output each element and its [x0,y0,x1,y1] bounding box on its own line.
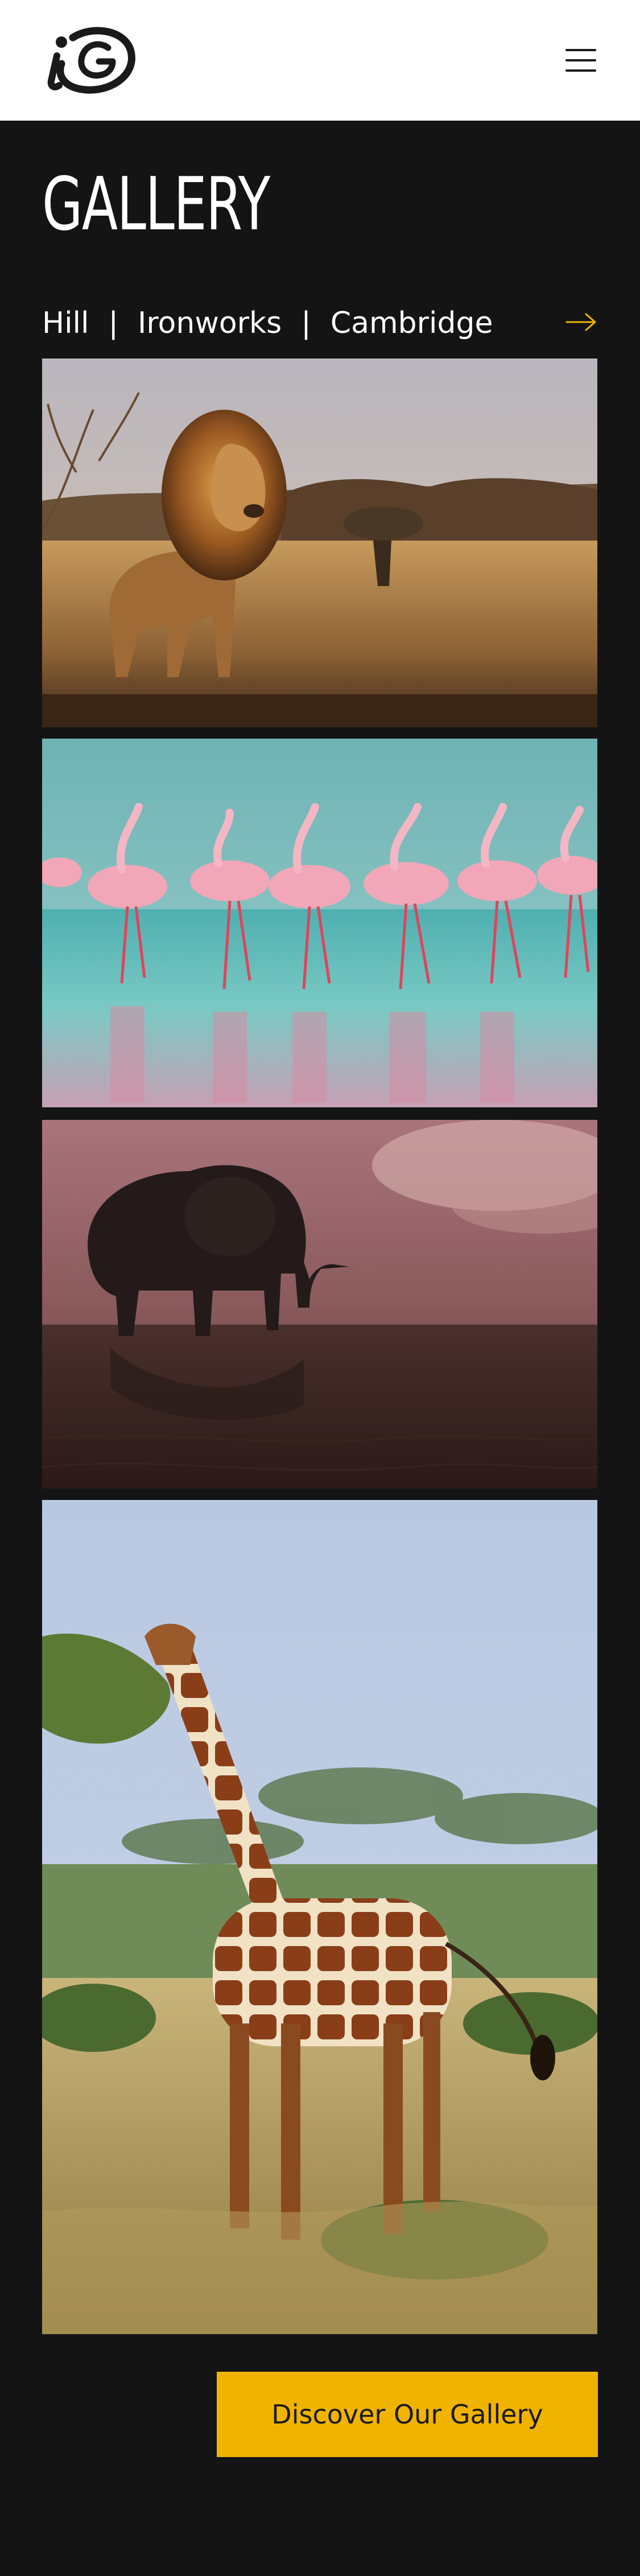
menu-bar [565,59,596,61]
discover-gallery-button[interactable]: Discover Our Gallery [217,2372,598,2457]
giraffe-image [42,1500,597,2334]
menu-bar [565,69,596,72]
flamingos-image [42,739,597,1107]
page-title: GALLERY [42,162,270,247]
logo-icon [47,27,135,94]
elephant-image [42,1120,597,1489]
menu-button[interactable] [565,47,596,74]
next-arrow-button[interactable] [565,311,597,333]
breadcrumb-item-cambridge[interactable]: Cambridge [331,306,493,340]
breadcrumb-separator: | [301,306,311,340]
breadcrumb-item-hill[interactable]: Hill [42,306,89,340]
breadcrumb: Hill | Ironworks | Cambridge [42,300,493,346]
menu-bar [565,49,596,51]
ig-logo[interactable] [40,22,137,96]
gallery-photo-giraffe[interactable] [42,1500,597,2334]
site-header [0,0,640,121]
breadcrumb-separator: | [108,306,118,340]
lion-image [42,358,597,727]
gallery-photo-flamingos[interactable] [42,739,597,1107]
gallery-photo-elephant[interactable] [42,1120,597,1489]
arrow-right-icon [565,313,596,331]
breadcrumb-item-ironworks[interactable]: Ironworks [138,306,282,340]
gallery-photo-lion[interactable] [42,358,597,727]
